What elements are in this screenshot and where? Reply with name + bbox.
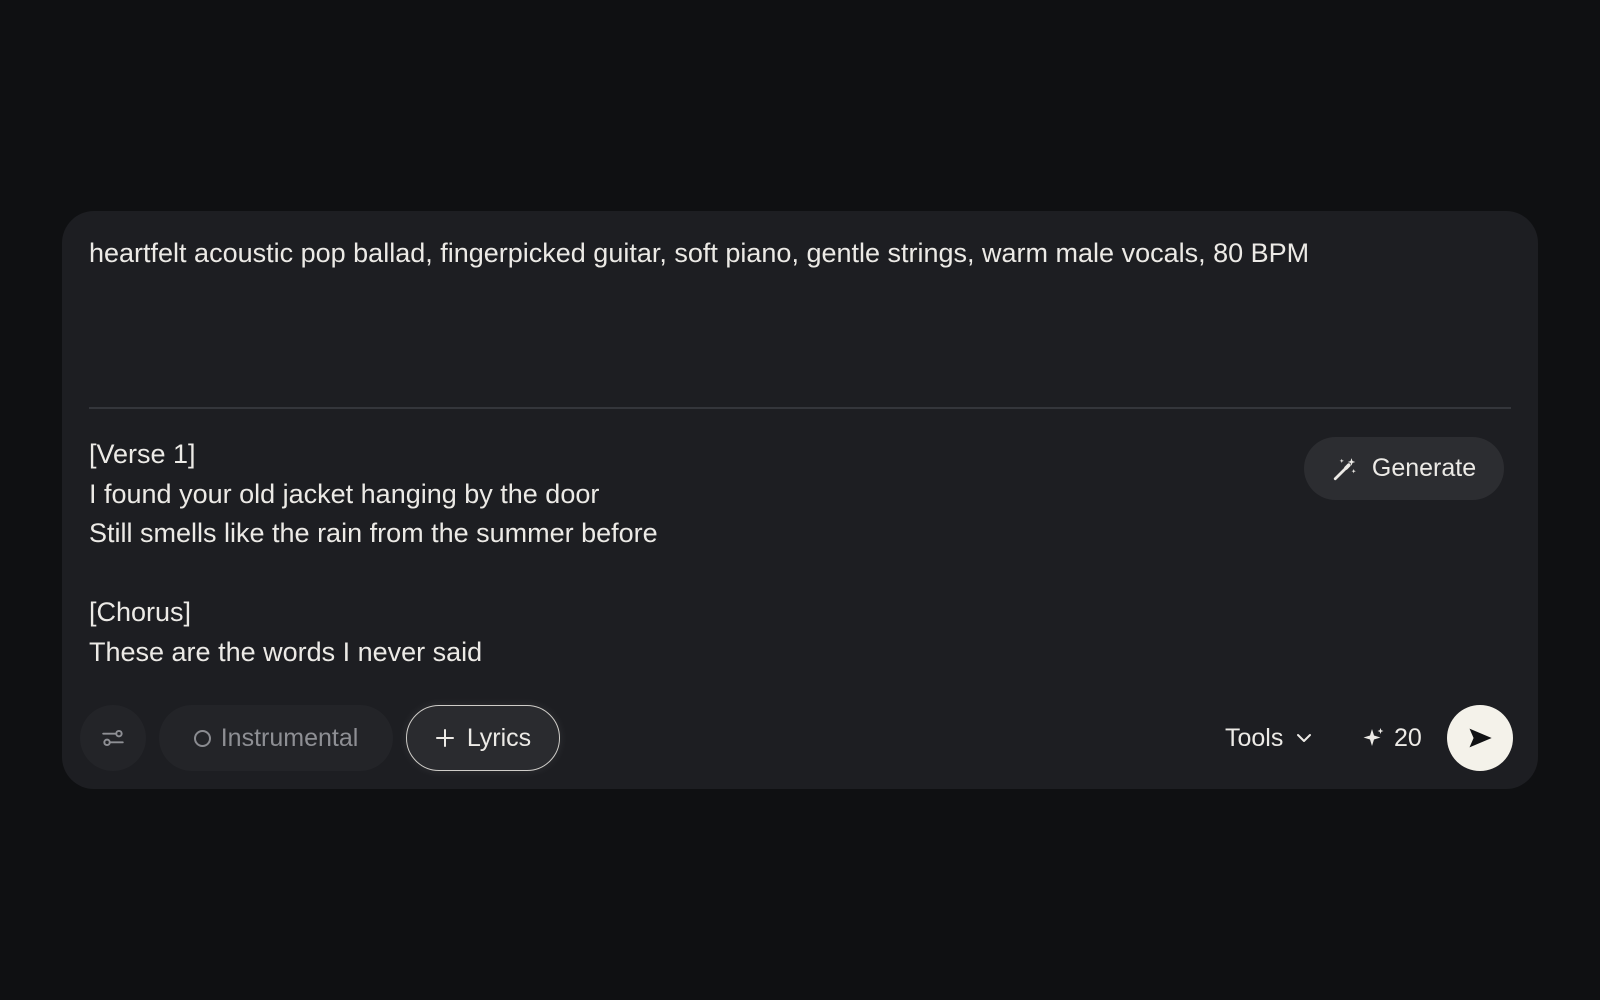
song-composer-panel: heartfelt acoustic pop ballad, fingerpic… [62,211,1538,789]
sliders-icon [100,725,126,751]
settings-button[interactable] [80,705,146,771]
credits-count: 20 [1394,723,1422,752]
magic-wand-icon [1332,456,1358,482]
credits-indicator: 20 [1362,705,1422,771]
generate-button-label: Generate [1371,454,1477,482]
tools-dropdown[interactable]: Tools [1225,705,1313,771]
lyrics-button[interactable]: Lyrics [406,705,560,771]
composer-toolbar: Instrumental Lyrics Tools 20 [80,705,1520,771]
generate-lyrics-button[interactable]: Generate [1304,437,1504,500]
send-button[interactable] [1447,705,1513,771]
tools-label: Tools [1225,723,1284,752]
style-prompt-input[interactable]: heartfelt acoustic pop ballad, fingerpic… [89,233,1509,383]
plus-icon [435,728,455,748]
instrumental-label: Instrumental [220,723,359,752]
instrumental-toggle[interactable]: Instrumental [159,705,393,771]
radio-circle-icon [193,729,211,747]
chevron-down-icon [1295,729,1313,747]
lyrics-button-label: Lyrics [466,723,532,752]
section-divider [89,407,1511,409]
sparkle-icon [1362,726,1386,750]
lyrics-input[interactable]: [Verse 1] I found your old jacket hangin… [89,435,1239,685]
send-icon [1466,724,1494,752]
